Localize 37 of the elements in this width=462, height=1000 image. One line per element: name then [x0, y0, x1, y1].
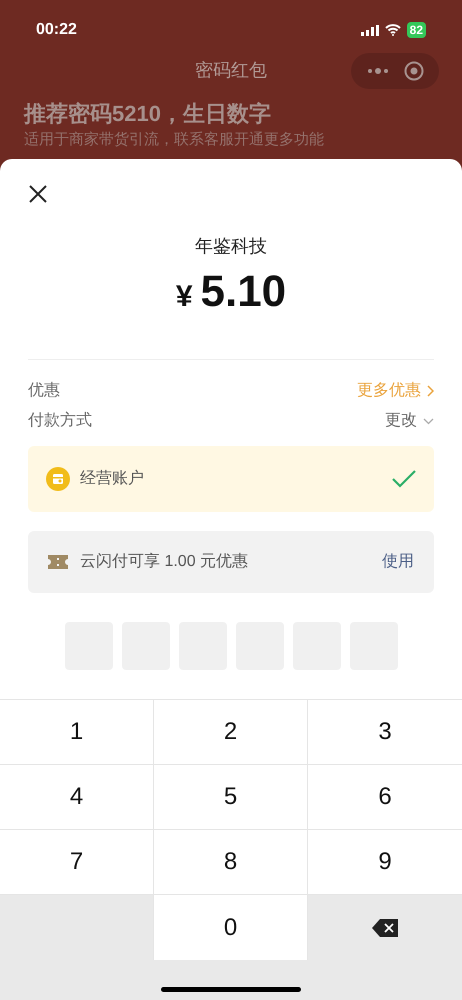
backspace-icon [372, 918, 398, 936]
keypad-key[interactable]: 0 [154, 895, 308, 960]
currency-symbol: ¥ [176, 279, 193, 315]
close-target-icon[interactable] [404, 61, 424, 82]
keypad-key[interactable]: 9 [308, 830, 462, 895]
keypad-key[interactable]: 6 [308, 765, 462, 830]
keypad-key[interactable]: 1 [0, 700, 154, 765]
coupon-text: 云闪付可享 1.00 元优惠 [80, 552, 250, 572]
signal-icon [360, 24, 379, 36]
more-icon[interactable] [366, 68, 388, 74]
capsule-menu[interactable] [351, 53, 439, 90]
status-time: 00:22 [36, 20, 77, 40]
keypad-key[interactable]: 2 [154, 700, 308, 765]
ticket-icon [48, 555, 68, 569]
merchant-name: 年鉴科技 [195, 235, 267, 258]
wifi-icon [384, 24, 401, 36]
close-icon[interactable] [29, 185, 47, 203]
keypad-key[interactable]: 4 [0, 765, 154, 830]
battery-level: 82 [406, 22, 426, 38]
page-title: 密码红包 [195, 59, 267, 82]
change-method-link[interactable]: 更改 [385, 409, 434, 433]
row-label: 优惠 [28, 380, 60, 401]
account-name: 经营账户 [80, 468, 145, 489]
payment-amount: 5.10 [200, 266, 286, 318]
wallet-icon [46, 467, 70, 491]
account-option[interactable]: 经营账户 [28, 446, 434, 512]
keypad-key[interactable]: 3 [308, 700, 462, 765]
chevron-down-icon [423, 418, 434, 424]
promo-subtitle: 适用于商家带货引流，联系客服开通更多功能 [24, 130, 325, 150]
keypad-key[interactable]: 8 [154, 830, 308, 895]
keypad-key[interactable]: 7 [0, 830, 154, 895]
checkmark-icon [392, 470, 416, 488]
promo-headline: 推荐密码5210，生日数字 [24, 100, 272, 128]
keypad-key[interactable]: 5 [154, 765, 308, 830]
use-coupon-button[interactable]: 使用 [382, 550, 414, 574]
row-label: 付款方式 [28, 410, 92, 431]
chevron-right-icon [427, 385, 434, 397]
